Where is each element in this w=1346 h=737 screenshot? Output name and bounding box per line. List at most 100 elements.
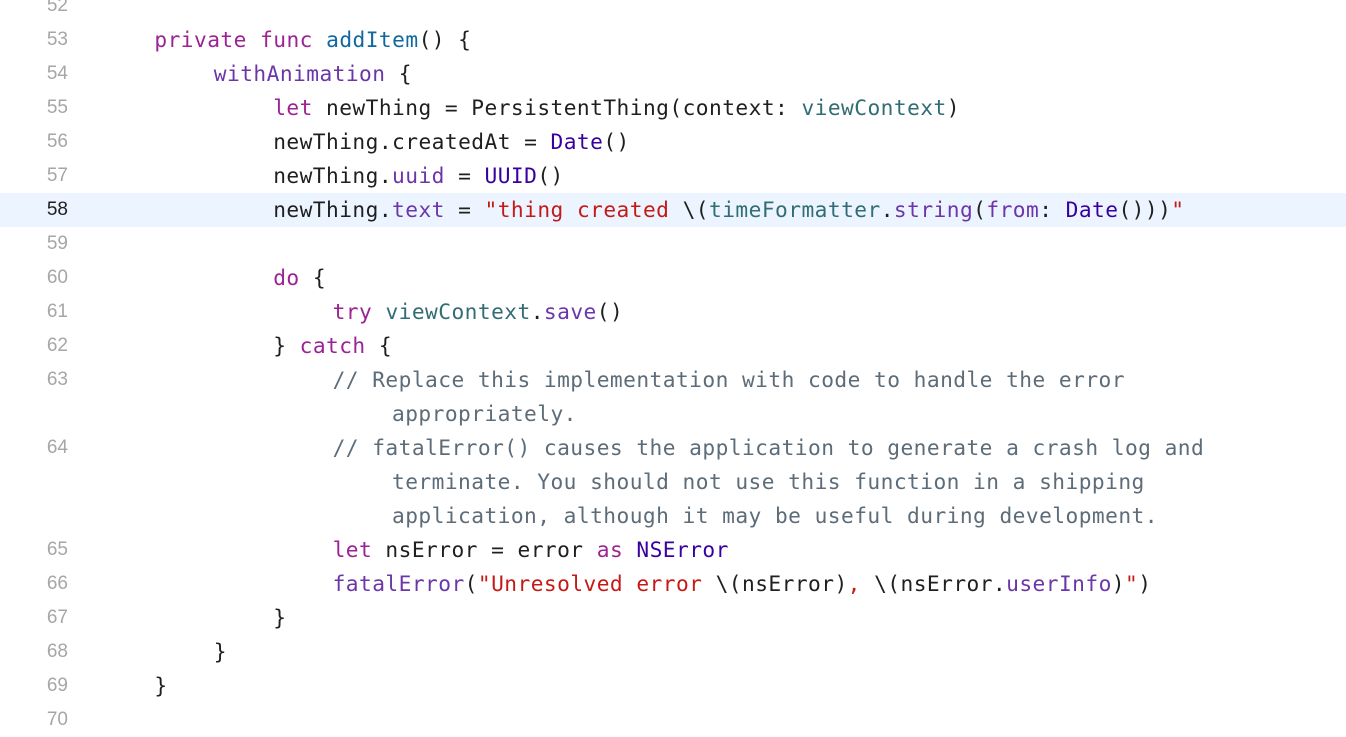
token-project-member: fatalError [332, 571, 465, 596]
code-line[interactable]: 54 withAnimation { [0, 57, 1346, 91]
token-plain: nsError = error [372, 537, 597, 562]
line-number: 63 [46, 369, 68, 390]
token-keyword: do [273, 265, 300, 290]
code-text: do { [273, 261, 326, 295]
token-plain: ())) [1118, 197, 1172, 222]
token-system-type: Date [550, 129, 604, 154]
comment-continuation: terminate. You should not use this funct… [392, 465, 1145, 499]
line-number: 61 [46, 301, 68, 322]
code-line[interactable]: 65 let nsError = error as NSError [0, 533, 1346, 567]
line-number: 59 [46, 233, 68, 254]
line-number: 60 [46, 267, 68, 288]
token-comment: appropriately. [392, 401, 577, 426]
token-project-member: text [392, 197, 445, 222]
code-editor[interactable]: 52 53 private func addItem() { 54 withAnimat… [0, 0, 1346, 737]
token-plain: ( [464, 571, 478, 596]
code-text: } [154, 669, 167, 703]
code-line[interactable]: 64 // fatalError() causes the application… [0, 431, 1346, 465]
token-string: " [1171, 197, 1185, 222]
token-project-member: uuid [392, 163, 445, 188]
comment-continuation: appropriately. [392, 397, 577, 431]
token-system-type: UUID [484, 163, 538, 188]
code-text: let newThing = PersistentThing(context: … [273, 91, 960, 125]
line-number: 54 [46, 63, 68, 84]
code-text: fatalError("Unresolved error \(nsError),… [333, 567, 1152, 601]
code-line[interactable]: 56 newThing.createdAt = Date() [0, 125, 1346, 159]
code-line[interactable]: 63 // Replace this implementation with co… [0, 363, 1346, 397]
token-plain: \(nsError) [715, 571, 848, 596]
line-number: 55 [46, 97, 68, 118]
token-string: "thing created [484, 197, 683, 222]
token-plain: } [213, 639, 228, 664]
token-plain: ) [1138, 571, 1152, 596]
code-line[interactable]: 60 do { [0, 261, 1346, 295]
token-system-type: Date [1065, 197, 1119, 222]
code-text: try viewContext.save() [333, 295, 624, 329]
line-number: 70 [46, 709, 68, 730]
token-plain: = [444, 163, 485, 188]
token-plain: \(nsError. [874, 571, 1007, 596]
line-number: 62 [46, 335, 68, 356]
line-number: 66 [46, 573, 68, 594]
token-plain: { [299, 265, 327, 290]
token-comment: // Replace this implementation with code… [332, 367, 1125, 392]
token-project-member: string [893, 197, 974, 222]
code-line[interactable]: 62} catch { [0, 329, 1346, 363]
token-plain: newThing. [273, 163, 393, 188]
token-project-name: viewContext [385, 299, 531, 324]
line-number: 69 [46, 675, 68, 696]
token-project-member: from [986, 197, 1040, 222]
line-number: 57 [46, 165, 68, 186]
token-string: " [1125, 571, 1139, 596]
code-line[interactable]: 69} [0, 669, 1346, 703]
code-line[interactable]: 66 fatalError("Unresolved error \(nsError… [0, 567, 1346, 601]
token-plain: { [385, 61, 412, 86]
token-project-name: timeFormatter [709, 197, 881, 222]
code-line[interactable]: 57 newThing.uuid = UUID() [0, 159, 1346, 193]
code-line[interactable]: 59 [0, 227, 1346, 261]
token-plain: = [444, 197, 485, 222]
line-number: 65 [46, 539, 68, 560]
code-text: // fatalError() causes the application t… [333, 431, 1205, 465]
code-line-wrap[interactable]: appropriately. [0, 397, 1346, 431]
token-plain: : [1039, 197, 1066, 222]
code-line-wrap[interactable]: terminate. You should not use this funct… [0, 465, 1346, 499]
code-line[interactable]: 68} [0, 635, 1346, 669]
token-system-type: NSError [636, 537, 729, 562]
code-line[interactable]: 53 private func addItem() { [0, 23, 1346, 57]
code-text: withAnimation { [214, 57, 412, 91]
token-plain: . [880, 197, 894, 222]
code-line[interactable]: 52 [0, 0, 1346, 23]
token-project-member: userInfo [1006, 571, 1112, 596]
code-line[interactable]: 61 try viewContext.save() [0, 295, 1346, 329]
token-plain: ) [946, 95, 960, 120]
token-project-member: save [543, 299, 597, 324]
comment-continuation: application, although it may be useful d… [392, 499, 1158, 533]
code-text: newThing.text = "thing created \(timeFor… [273, 193, 1184, 227]
token-plain: () [596, 299, 624, 324]
token-comment: // fatalError() causes the application t… [332, 435, 1205, 460]
token-project-name: viewContext [801, 95, 947, 120]
code-text: // Replace this implementation with code… [333, 363, 1125, 397]
token-plain: } [273, 333, 300, 358]
code-line[interactable]: 55 let newThing = PersistentThing(context… [0, 91, 1346, 125]
token-keyword: let [332, 537, 373, 562]
token-keyword: try [332, 299, 373, 324]
code-line[interactable]: 67} [0, 601, 1346, 635]
code-line-current[interactable]: 58 newThing.text = "thing created \(timeF… [0, 193, 1346, 227]
code-line-wrap[interactable]: application, although it may be useful d… [0, 499, 1346, 533]
code-text: newThing.createdAt = Date() [273, 125, 630, 159]
token-plain: . [530, 299, 544, 324]
token-plain: \( [682, 197, 710, 222]
line-number: 68 [46, 641, 68, 662]
line-number: 56 [46, 131, 68, 152]
token-plain: } [154, 673, 168, 698]
token-string: , [847, 571, 875, 596]
code-line[interactable]: 70 [0, 703, 1346, 737]
token-keyword: catch [299, 333, 366, 358]
token-plain: { [365, 333, 393, 358]
